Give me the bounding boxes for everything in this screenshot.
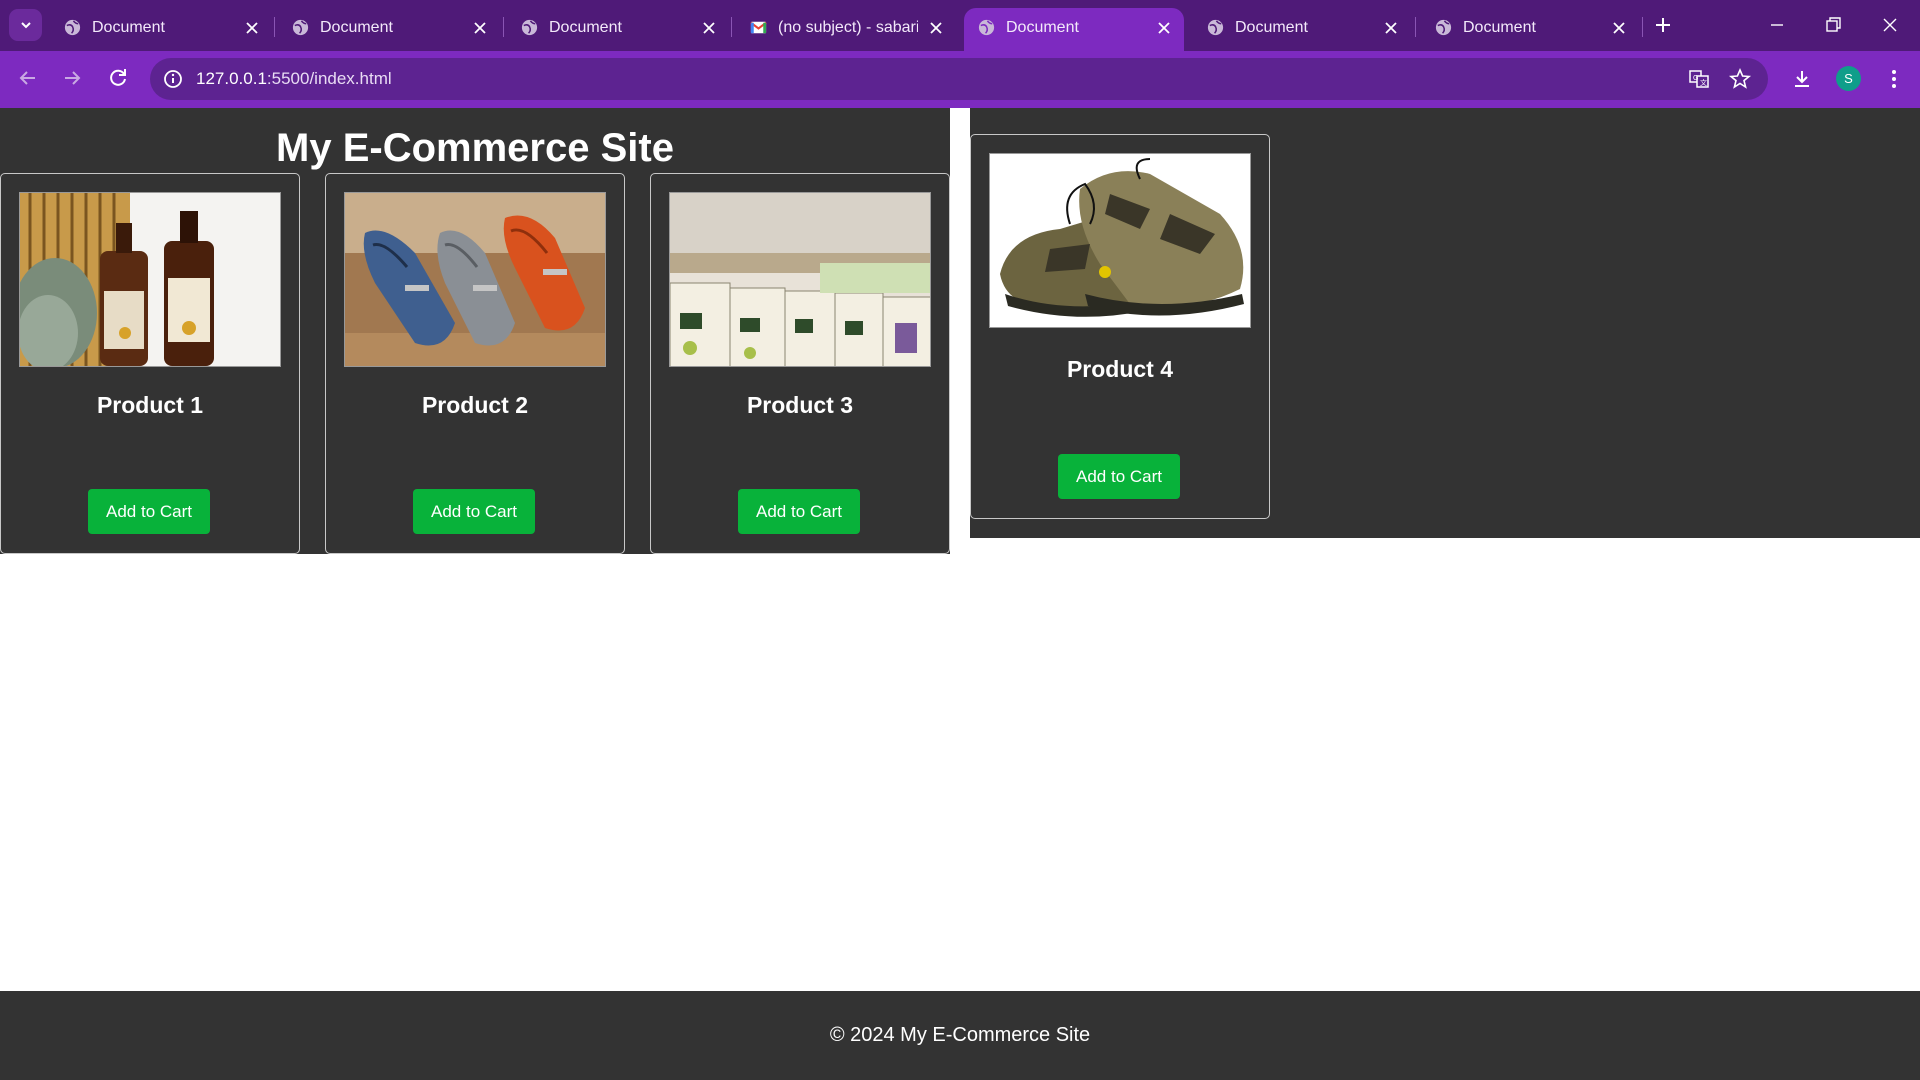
product-section-side: Product 4 Add to Cart bbox=[970, 108, 1920, 538]
close-icon[interactable] bbox=[243, 19, 261, 37]
tab-document-3[interactable]: Document bbox=[507, 8, 727, 51]
close-icon[interactable] bbox=[1610, 19, 1628, 37]
svg-text:G: G bbox=[1693, 75, 1698, 82]
globe-icon bbox=[521, 19, 538, 36]
bookmark-star-icon[interactable] bbox=[1728, 67, 1752, 91]
profile-avatar[interactable]: S bbox=[1836, 66, 1861, 91]
site-info-icon[interactable] bbox=[162, 68, 184, 90]
tab-document-1[interactable]: Document bbox=[50, 8, 270, 51]
tab-title: (no subject) - sabarig bbox=[778, 19, 918, 36]
add-to-cart-button[interactable]: Add to Cart bbox=[413, 489, 535, 534]
product-card: Product 3 Add to Cart bbox=[650, 173, 950, 554]
restore-icon[interactable] bbox=[1821, 13, 1845, 37]
product-name: Product 2 bbox=[421, 392, 529, 418]
tab-title: Document bbox=[92, 19, 165, 36]
globe-icon bbox=[1435, 19, 1452, 36]
tab-title: Document bbox=[1463, 19, 1536, 36]
add-to-cart-button[interactable]: Add to Cart bbox=[88, 489, 210, 534]
forward-arrow-icon[interactable] bbox=[60, 66, 84, 90]
close-icon[interactable] bbox=[1382, 19, 1400, 37]
soap-bars-image bbox=[669, 192, 931, 367]
close-icon[interactable] bbox=[927, 19, 945, 37]
product-name: Product 4 bbox=[1066, 356, 1174, 382]
tab-title: Document bbox=[320, 19, 393, 36]
tab-title: Document bbox=[1006, 19, 1079, 36]
gmail-icon bbox=[750, 21, 767, 34]
site-title: My E-Commerce Site bbox=[276, 126, 674, 170]
footer-copyright: © 2024 My E-Commerce Site bbox=[829, 1024, 1091, 1046]
product-name: Product 1 bbox=[96, 392, 204, 418]
product-name: Product 3 bbox=[746, 392, 854, 418]
close-icon[interactable] bbox=[700, 19, 718, 37]
svg-text:文: 文 bbox=[1700, 78, 1707, 87]
address-bar[interactable]: 127.0.0.1:5500/index.html bbox=[150, 58, 1768, 100]
globe-icon bbox=[64, 19, 81, 36]
close-window-icon[interactable] bbox=[1878, 13, 1902, 37]
kebab-menu-icon[interactable] bbox=[1882, 67, 1906, 91]
download-icon[interactable] bbox=[1790, 67, 1814, 91]
tab-search-button[interactable] bbox=[9, 9, 42, 41]
shampoo-bottles-image bbox=[19, 192, 281, 367]
new-tab-plus-icon[interactable] bbox=[1651, 13, 1675, 37]
chevron-down-icon bbox=[20, 22, 31, 29]
add-to-cart-button[interactable]: Add to Cart bbox=[738, 489, 860, 534]
tab-title: Document bbox=[549, 19, 622, 36]
product-card: Product 1 Add to Cart bbox=[0, 173, 300, 554]
minimize-icon[interactable] bbox=[1765, 13, 1789, 37]
tab-strip: Document Document Document (no subject) … bbox=[0, 0, 1920, 51]
globe-icon bbox=[292, 19, 309, 36]
tab-title: Document bbox=[1235, 19, 1308, 36]
globe-icon bbox=[978, 19, 995, 36]
close-icon[interactable] bbox=[471, 19, 489, 37]
back-arrow-icon[interactable] bbox=[16, 66, 40, 90]
product-section-main: My E-Commerce Site Product 1 Add to Cart… bbox=[0, 108, 950, 554]
site-footer: © 2024 My E-Commerce Site bbox=[0, 991, 1920, 1080]
tab-document-active[interactable]: Document bbox=[964, 8, 1184, 51]
hiking-shoes-image bbox=[989, 153, 1251, 328]
add-to-cart-button[interactable]: Add to Cart bbox=[1058, 454, 1180, 499]
url-text: 127.0.0.1:5500/index.html bbox=[196, 69, 392, 88]
product-card: Product 2 Add to Cart bbox=[325, 173, 625, 554]
product-card: Product 4 Add to Cart bbox=[970, 134, 1270, 519]
page-viewport: My E-Commerce Site Product 1 Add to Cart… bbox=[0, 108, 1920, 1080]
globe-icon bbox=[1207, 19, 1224, 36]
tab-gmail[interactable]: (no subject) - sabarig bbox=[736, 8, 956, 51]
loafer-shoes-image bbox=[344, 192, 606, 367]
tab-document-2[interactable]: Document bbox=[278, 8, 498, 51]
translate-icon[interactable]: G文 bbox=[1687, 67, 1711, 91]
close-icon[interactable] bbox=[1155, 19, 1173, 37]
tab-document-6[interactable]: Document bbox=[1193, 8, 1413, 51]
tab-document-7[interactable]: Document bbox=[1421, 8, 1641, 51]
reload-icon[interactable] bbox=[106, 66, 130, 90]
